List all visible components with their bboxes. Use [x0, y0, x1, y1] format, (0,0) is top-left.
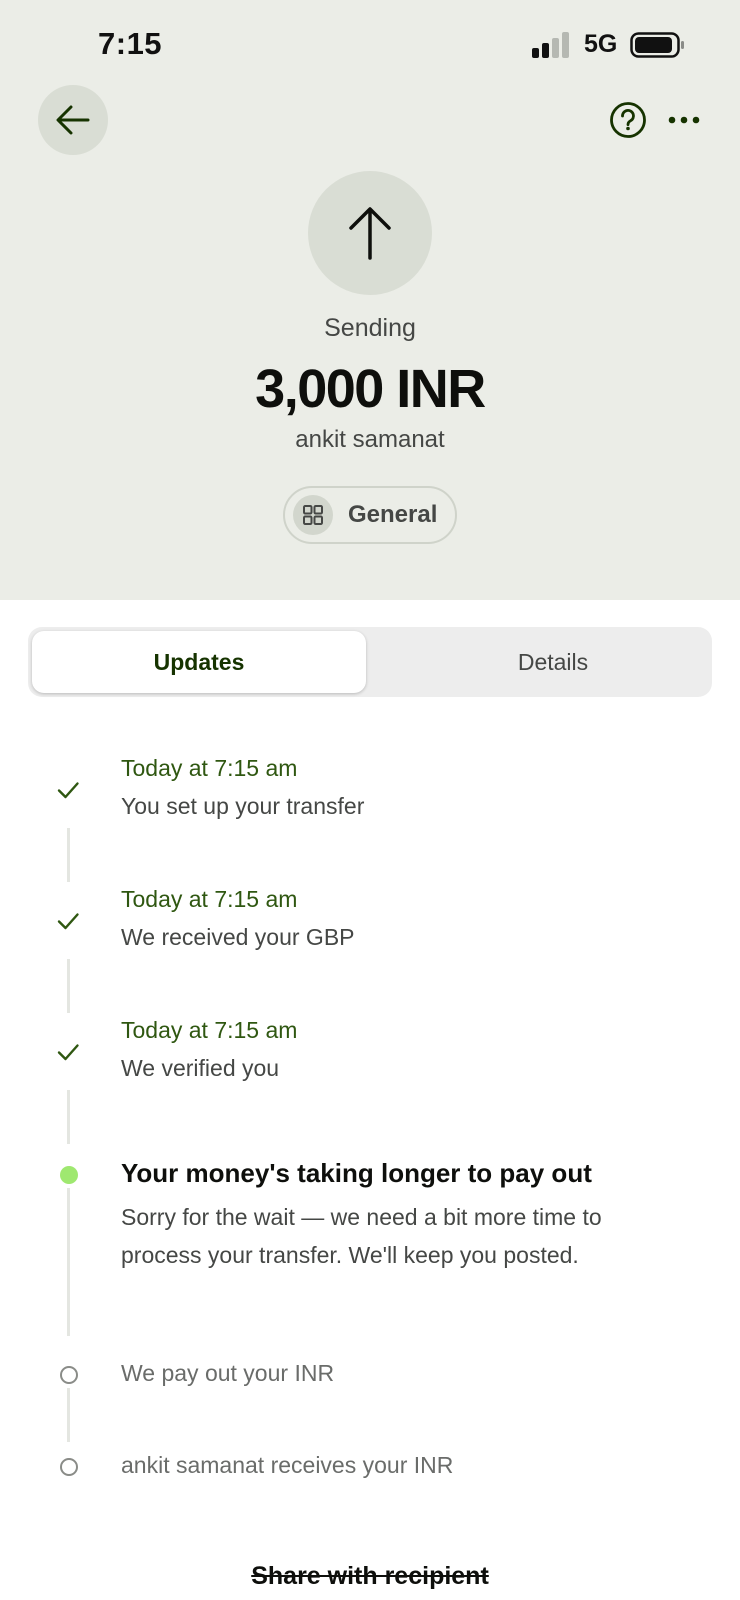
more-horizontal-icon [668, 116, 700, 124]
question-circle-icon [610, 102, 646, 138]
event-time: Today at 7:15 am [121, 755, 298, 781]
timeline-connector [67, 959, 70, 1013]
active-event-body-line2: process your transfer. We'll keep you po… [121, 1242, 579, 1268]
active-status-dot [60, 1166, 78, 1184]
grid-icon [293, 495, 333, 535]
network-type: 5G [584, 30, 618, 58]
transfer-timeline: Today at 7:15 am You set up your transfe… [0, 740, 740, 1480]
check-icon [57, 913, 79, 930]
event-text: You set up your transfer [121, 793, 365, 819]
help-button[interactable] [608, 100, 648, 140]
send-direction-badge [308, 171, 432, 295]
more-options-button[interactable] [664, 104, 704, 136]
event-text: We verified you [121, 1055, 280, 1081]
status-time: 7:15 [98, 26, 163, 61]
active-event-body-line1: Sorry for the wait — we need a bit more … [121, 1204, 602, 1230]
pending-event-text: We pay out your INR [121, 1360, 335, 1386]
signal-icon [532, 32, 569, 58]
pending-status-dot [60, 1458, 78, 1476]
timeline-connector [67, 1188, 70, 1336]
timeline-connector [67, 1388, 70, 1442]
check-icon [57, 782, 79, 799]
pending-status-dot [60, 1366, 78, 1384]
segmented-tabs: Updates Details [28, 627, 712, 697]
transfer-header: 7:15 5G Sending 3,000 INR ankit samanat … [0, 0, 740, 600]
transfer-status-label: Sending [324, 314, 416, 342]
transfer-amount: 3,000 INR [255, 359, 486, 419]
status-bar: 7:15 5G [0, 0, 740, 90]
category-chip[interactable]: General [283, 486, 457, 544]
timeline-connector [67, 1090, 70, 1144]
back-button[interactable] [38, 85, 108, 155]
pending-event-text: ankit samanat receives your INR [121, 1452, 454, 1478]
recipient-name: ankit samanat [295, 426, 445, 453]
category-label: General [348, 501, 438, 528]
event-text: We received your GBP [121, 924, 355, 950]
tab-details[interactable]: Details [398, 631, 708, 693]
arrow-left-icon [56, 105, 90, 135]
check-icon [57, 1044, 79, 1061]
timeline-connector [67, 828, 70, 882]
battery-icon [630, 32, 684, 58]
arrow-up-icon [349, 207, 391, 260]
active-event-title: Your money's taking longer to pay out [121, 1158, 592, 1188]
event-time: Today at 7:15 am [121, 886, 298, 912]
event-time: Today at 7:15 am [121, 1017, 298, 1043]
tab-updates[interactable]: Updates [32, 631, 366, 693]
share-with-recipient-link[interactable]: Share with recipient [0, 1562, 740, 1591]
